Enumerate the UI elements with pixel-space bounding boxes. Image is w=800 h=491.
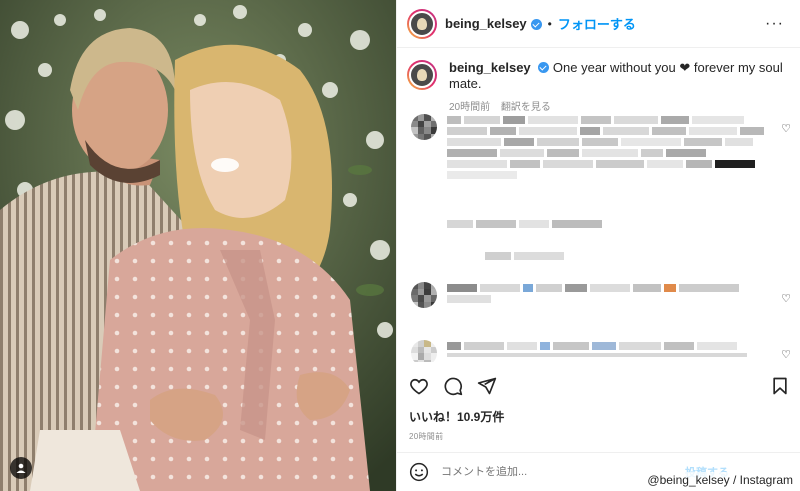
instagram-post-view: being_kelsey • フォローする ··· being_kelsey O… bbox=[0, 0, 800, 491]
comments-list: ♡ ♡ ♡ bbox=[397, 112, 800, 362]
source-watermark: @being_kelsey / Instagram bbox=[644, 472, 796, 488]
emoji-icon[interactable] bbox=[409, 462, 429, 482]
post-timestamp: 20時間前 bbox=[409, 432, 444, 441]
comment-item bbox=[411, 282, 437, 308]
comment-icon[interactable] bbox=[443, 376, 463, 396]
comment-avatar[interactable] bbox=[411, 114, 437, 140]
pixelated-comment-text bbox=[447, 116, 765, 179]
post-side-panel: being_kelsey • フォローする ··· being_kelsey O… bbox=[396, 0, 800, 491]
comment-avatar[interactable] bbox=[411, 282, 437, 308]
comment-like-heart-icon[interactable]: ♡ bbox=[781, 292, 791, 305]
header-username[interactable]: being_kelsey bbox=[445, 16, 527, 31]
avatar[interactable] bbox=[407, 8, 437, 39]
post-header: being_kelsey • フォローする ··· bbox=[397, 0, 800, 48]
more-icon[interactable]: ··· bbox=[765, 15, 790, 33]
pixelated-comment-text bbox=[447, 284, 747, 303]
comment-avatar[interactable] bbox=[411, 340, 437, 362]
pixelated-view-replies[interactable] bbox=[485, 252, 575, 260]
verified-badge-icon bbox=[530, 19, 542, 30]
pixelated-comment-text bbox=[447, 342, 757, 357]
header-separator: • bbox=[547, 16, 552, 31]
comment-like-heart-icon[interactable]: ♡ bbox=[781, 122, 791, 135]
caption-username[interactable]: being_kelsey bbox=[449, 60, 531, 75]
user-tag-icon[interactable] bbox=[10, 457, 32, 479]
bookmark-icon[interactable] bbox=[771, 376, 789, 396]
verified-badge-icon bbox=[538, 62, 550, 73]
comment-like-heart-icon[interactable]: ♡ bbox=[781, 348, 791, 361]
couple-photo-image bbox=[0, 0, 396, 491]
comment-item bbox=[411, 340, 437, 362]
caption: being_kelsey One year without you ❤ fore… bbox=[397, 48, 800, 116]
comment-item bbox=[411, 114, 437, 140]
post-photo[interactable] bbox=[0, 0, 396, 491]
follow-button[interactable]: フォローする bbox=[558, 14, 636, 33]
share-icon[interactable] bbox=[477, 376, 497, 396]
heart-icon[interactable] bbox=[409, 376, 429, 396]
pixelated-comment-meta bbox=[447, 220, 617, 228]
like-count[interactable]: いいね！10.9万件 bbox=[409, 408, 504, 425]
action-bar bbox=[397, 370, 800, 402]
caption-avatar[interactable] bbox=[407, 60, 437, 90]
